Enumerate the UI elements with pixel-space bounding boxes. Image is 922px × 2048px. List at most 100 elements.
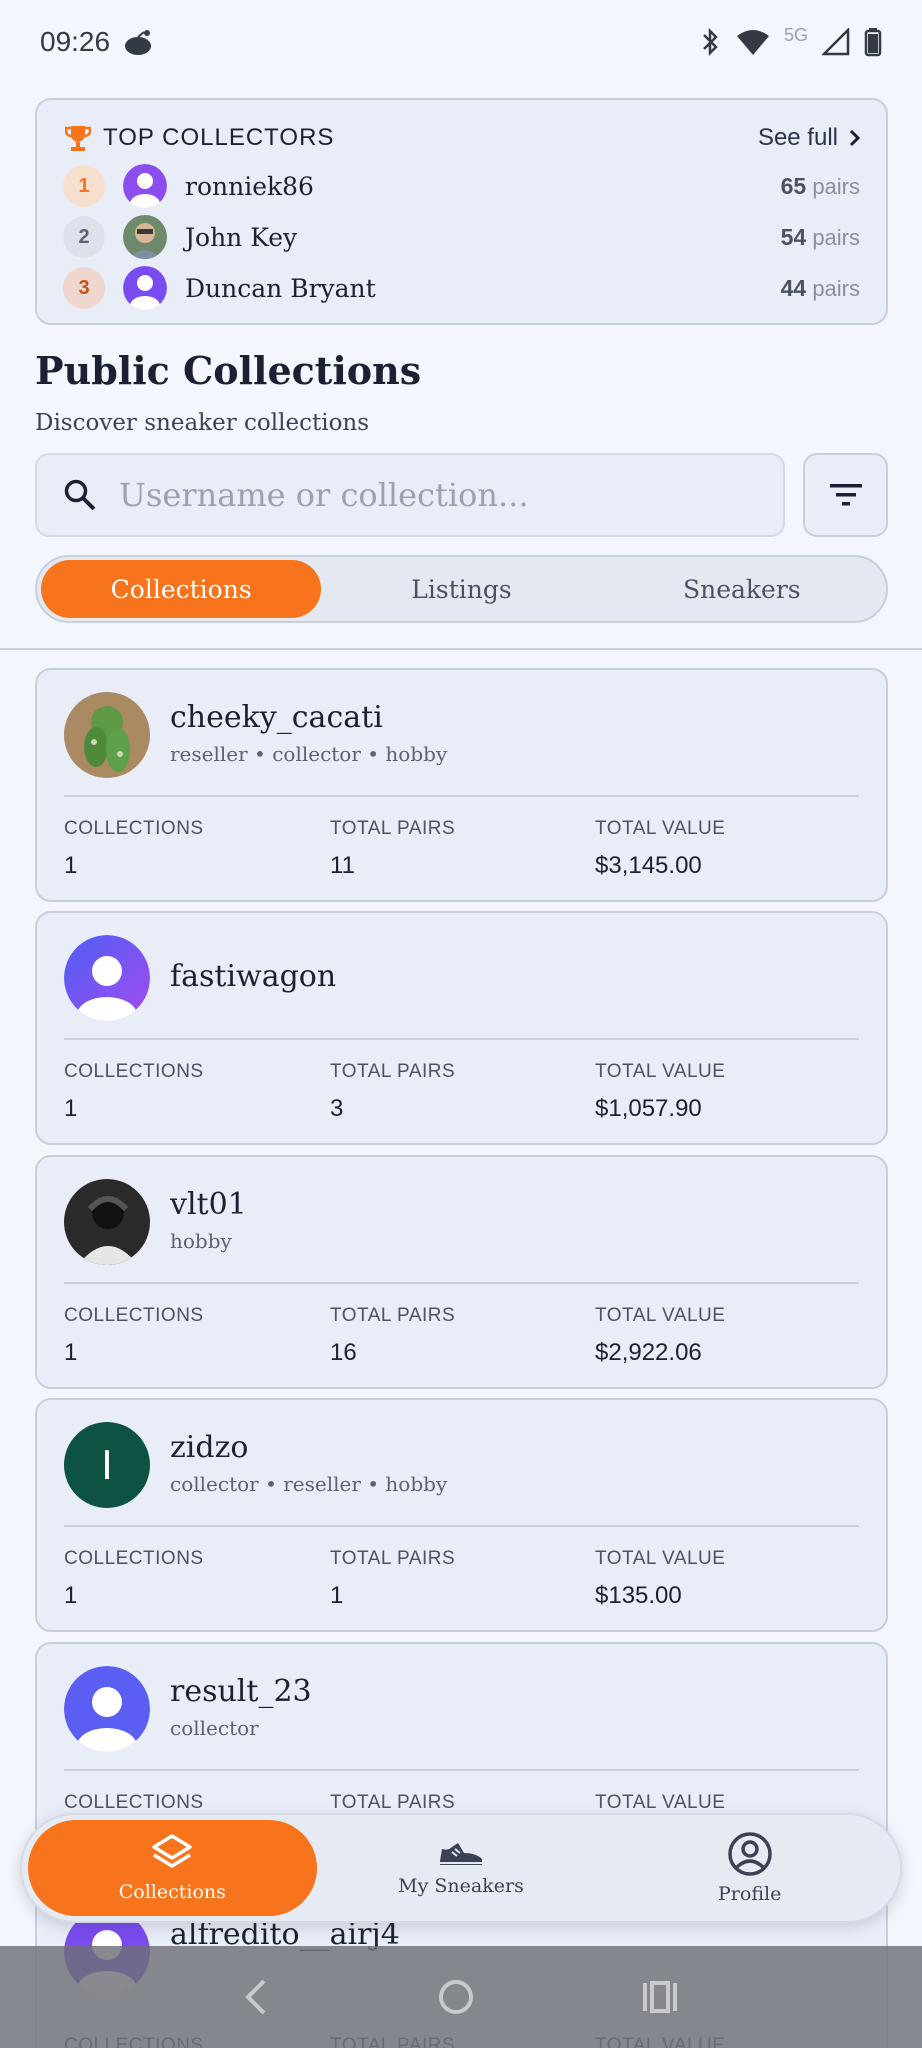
pair-count: 65 pairs — [780, 172, 860, 199]
user-tags: collector — [170, 1716, 259, 1740]
status-time: 09:26 — [40, 26, 111, 57]
collection-card[interactable]: vlt01 hobby COLLECTIONS TOTAL PAIRS TOTA… — [35, 1155, 888, 1389]
nav-label: Profile — [718, 1883, 782, 1905]
user-tags: hobby — [170, 1229, 232, 1253]
rank-badge: 2 — [63, 216, 105, 258]
avatar — [64, 1179, 150, 1265]
avatar — [64, 935, 150, 1021]
filter-icon — [829, 484, 862, 506]
avatar — [64, 692, 150, 778]
total-pairs-label: TOTAL PAIRS — [330, 818, 456, 839]
total-value-label: TOTAL VALUE — [595, 1305, 726, 1326]
search-placeholder: Username or collection... — [119, 476, 529, 514]
sneaker-icon — [440, 1843, 482, 1865]
avatar — [64, 1666, 150, 1752]
nav-label: My Sneakers — [398, 1875, 524, 1897]
nav-my-sneakers[interactable]: My Sneakers — [317, 1820, 606, 1916]
tab-listings[interactable]: Listings — [321, 560, 601, 618]
collections-label: COLLECTIONS — [64, 1548, 204, 1569]
card-divider — [64, 1525, 859, 1527]
card-divider — [64, 795, 859, 797]
total-value-value: $135.00 — [595, 1582, 682, 1609]
collector-name: John Key — [185, 222, 298, 252]
collections-value: 1 — [64, 1339, 78, 1366]
home-icon[interactable] — [436, 1977, 476, 2017]
see-full-button[interactable]: See full — [758, 124, 862, 152]
avatar-initial: I — [101, 1441, 113, 1488]
tab-sneakers[interactable]: Sneakers — [602, 560, 882, 618]
collection-card[interactable]: I zidzo collector • reseller • hobby COL… — [35, 1398, 888, 1632]
back-icon[interactable] — [242, 1977, 272, 2017]
username: cheeky_cacati — [170, 700, 383, 735]
section-divider — [0, 648, 922, 650]
reddit-notification-icon — [125, 30, 152, 55]
wifi-icon — [736, 30, 769, 55]
total-pairs-value: 11 — [330, 852, 355, 879]
trophy-icon — [65, 126, 91, 151]
search-input[interactable]: Username or collection... — [35, 453, 785, 537]
system-navigation-bar — [0, 1946, 922, 2048]
total-value-label: TOTAL VALUE — [595, 1548, 726, 1569]
avatar — [123, 266, 167, 310]
see-full-label: See full — [757, 124, 838, 151]
total-value-value: $2,922.06 — [595, 1339, 702, 1366]
total-pairs-label: TOTAL PAIRS — [330, 1305, 456, 1326]
page-title: Public Collections — [35, 348, 422, 393]
collection-card[interactable]: fastiwagon COLLECTIONS TOTAL PAIRS TOTAL… — [35, 911, 888, 1145]
collections-value: 1 — [64, 852, 78, 879]
profile-icon — [727, 1832, 772, 1876]
total-value-label: TOTAL VALUE — [595, 1061, 726, 1082]
collections-label: COLLECTIONS — [64, 1792, 204, 1813]
nav-label: Collections — [118, 1881, 226, 1903]
collector-name: Duncan Bryant — [185, 273, 376, 303]
collections-label: COLLECTIONS — [64, 1305, 204, 1326]
total-pairs-label: TOTAL PAIRS — [330, 1792, 456, 1813]
page-subtitle: Discover sneaker collections — [35, 410, 370, 436]
status-bar: 09:26 5G — [0, 0, 922, 84]
rank-badge: 3 — [63, 267, 105, 309]
user-tags: collector • reseller • hobby — [170, 1472, 448, 1496]
top-collector-row[interactable]: 3 Duncan Bryant 44 pairs — [63, 264, 860, 312]
signal-icon — [822, 28, 850, 56]
battery-icon — [864, 28, 882, 57]
username: zidzo — [170, 1430, 249, 1465]
collections-value: 1 — [64, 1582, 78, 1609]
pair-count: 54 pairs — [780, 223, 860, 250]
total-pairs-value: 1 — [330, 1582, 344, 1609]
rank-badge: 1 — [63, 165, 105, 207]
filter-button[interactable] — [803, 453, 888, 537]
total-value-label: TOTAL VALUE — [595, 818, 726, 839]
tab-collections[interactable]: Collections — [41, 560, 322, 618]
top-collector-row[interactable]: 2 John Key 54 pairs — [63, 213, 860, 261]
top-collector-row[interactable]: 1 ronniek86 65 pairs — [63, 162, 860, 210]
network-type: 5G — [783, 24, 808, 45]
search-icon — [64, 479, 96, 511]
collection-card[interactable]: cheeky_cacati reseller • collector • hob… — [35, 668, 888, 902]
bluetooth-icon — [703, 27, 718, 57]
user-tags: reseller • collector • hobby — [170, 742, 448, 766]
view-tabs: Collections Listings Sneakers — [35, 555, 888, 623]
total-value-value: $1,057.90 — [595, 1095, 702, 1122]
total-pairs-value: 3 — [330, 1095, 344, 1122]
pair-count: 44 pairs — [780, 274, 860, 301]
username: vlt01 — [170, 1187, 247, 1222]
username: result_23 — [170, 1674, 312, 1709]
collections-label: COLLECTIONS — [64, 1061, 204, 1082]
total-pairs-value: 16 — [330, 1339, 357, 1366]
collections-label: COLLECTIONS — [64, 818, 204, 839]
nav-collections[interactable]: Collections — [28, 1820, 317, 1916]
avatar — [123, 164, 167, 208]
bottom-navigation: Collections My Sneakers Profile — [20, 1813, 902, 1923]
layers-icon — [152, 1834, 193, 1868]
username: fastiwagon — [170, 959, 337, 994]
recents-icon[interactable] — [640, 1977, 680, 2017]
total-pairs-label: TOTAL PAIRS — [330, 1548, 456, 1569]
avatar — [123, 215, 167, 259]
total-pairs-label: TOTAL PAIRS — [330, 1061, 456, 1082]
card-divider — [64, 1769, 859, 1771]
nav-profile[interactable]: Profile — [605, 1820, 894, 1916]
top-collectors-title: TOP COLLECTORS — [103, 124, 335, 151]
total-value-value: $3,145.00 — [595, 852, 702, 879]
card-divider — [64, 1282, 859, 1284]
top-collectors-card: TOP COLLECTORS See full 1 ronniek86 65 p… — [35, 98, 888, 325]
